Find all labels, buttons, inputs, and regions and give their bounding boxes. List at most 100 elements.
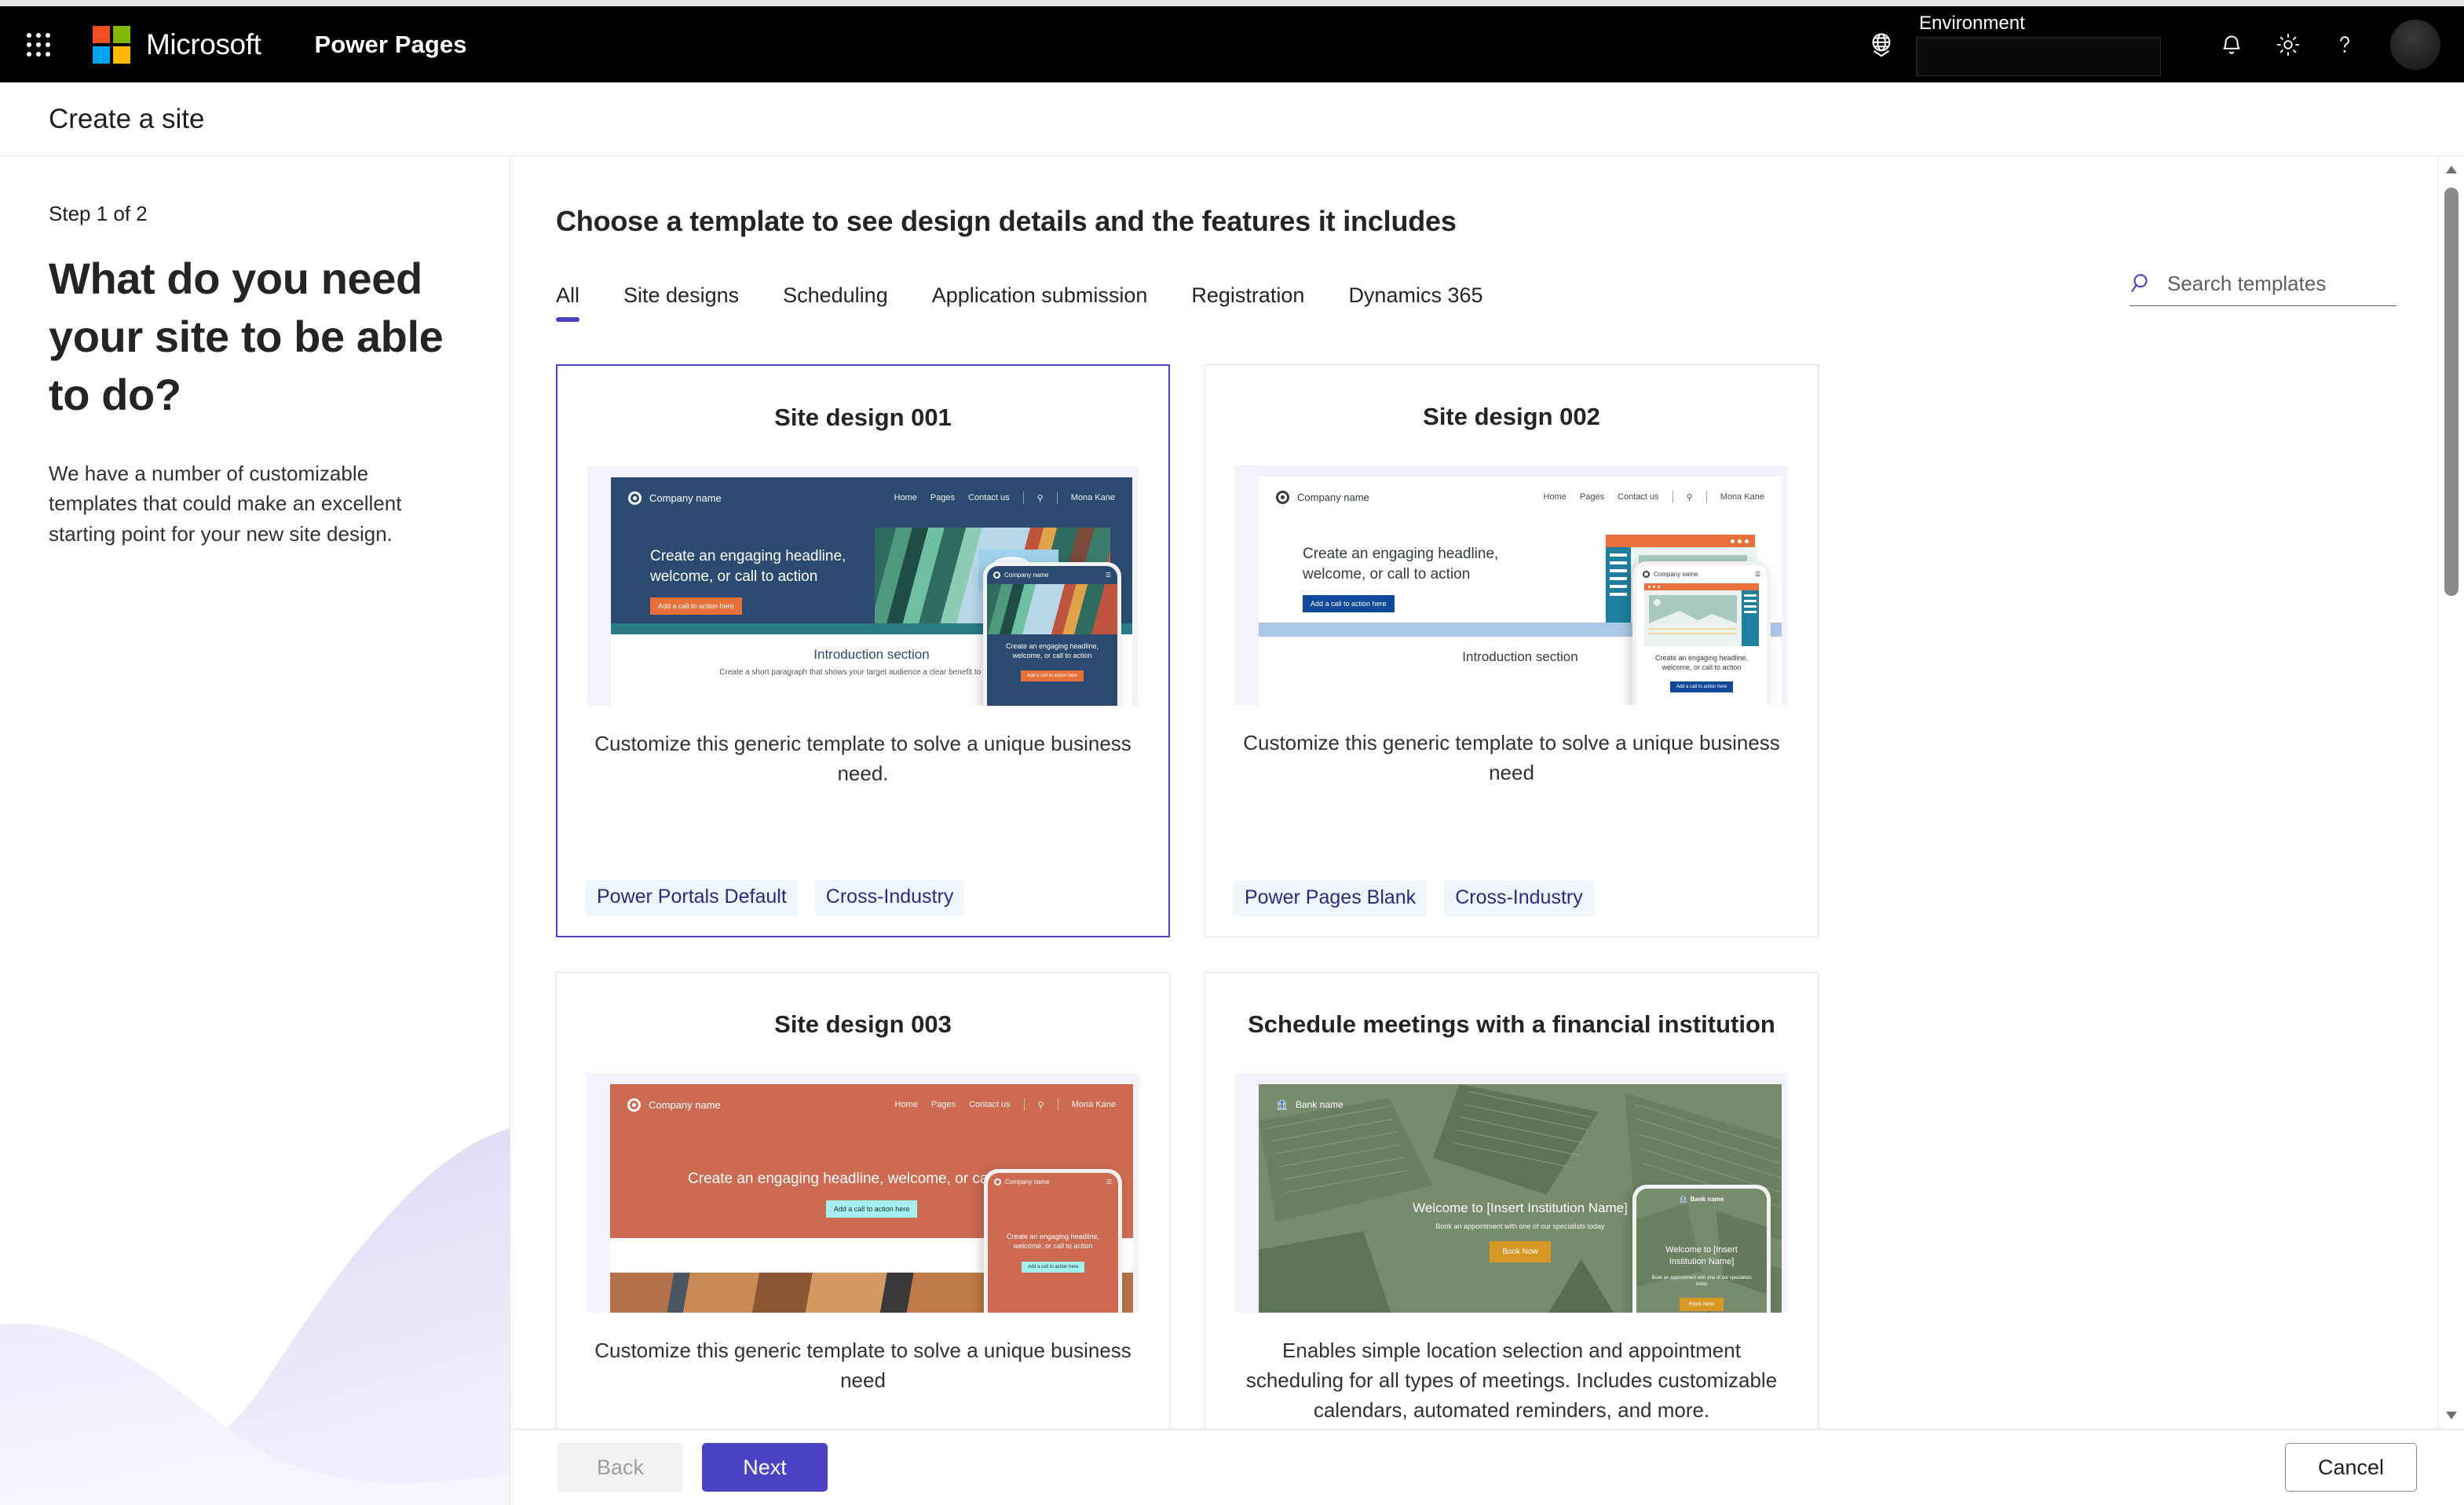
scrollbar-thumb[interactable] <box>2444 188 2459 596</box>
microsoft-wordmark: Microsoft <box>146 27 261 60</box>
tab-application-submission[interactable]: Application submission <box>910 283 1170 322</box>
card-tag[interactable]: Cross-Industry <box>1444 881 1594 916</box>
template-card-grid: Site design 001 Company name Home Pages … <box>556 364 2464 1429</box>
bank-icon: 🏦 <box>1276 1099 1288 1110</box>
page-title: Create a site <box>49 103 205 134</box>
thumb-phone-mockup: 🏦 Bank name Welcome to [Insert Institutio… <box>1632 1185 1771 1313</box>
thumb-cta-button: Add a call to action here <box>650 597 742 616</box>
thumb-brand: Company name <box>627 1098 721 1112</box>
card-tags: Power Pages Blank Cross-Industry <box>1234 881 1594 916</box>
thumb-search-icon: ⚲ <box>1036 493 1044 503</box>
card-thumbnail: Company name Home Pages Contact us ⚲ Mon… <box>587 1073 1139 1313</box>
decorative-wave-graphic <box>0 1128 510 1505</box>
template-card-site-design-001[interactable]: Site design 001 Company name Home Pages … <box>556 364 1170 937</box>
card-description: Customize this generic template to solve… <box>1243 731 1780 784</box>
scroll-up-arrow-icon[interactable] <box>2438 156 2464 183</box>
microsoft-logo[interactable]: Microsoft <box>93 25 261 64</box>
thumb-brand: Company name <box>628 491 722 505</box>
environment-label: Environment <box>1919 13 2025 34</box>
tab-scheduling[interactable]: Scheduling <box>761 283 910 322</box>
thumb-cta-button: Add a call to action here <box>1303 595 1395 613</box>
template-card-site-design-003[interactable]: Site design 003 Company name Home Pages … <box>556 972 1170 1429</box>
page-body: Step 1 of 2 What do you need your site t… <box>0 156 2464 1505</box>
back-button[interactable]: Back <box>558 1443 683 1492</box>
template-chooser-pane: Choose a template to see design details … <box>510 156 2464 1505</box>
tab-registration[interactable]: Registration <box>1169 283 1326 322</box>
page-title-bar: Create a site <box>0 82 2464 156</box>
search-input[interactable]: Search templates <box>2167 272 2326 296</box>
suite-header: Microsoft Power Pages Environment <box>0 6 2464 82</box>
thumb-nav-user: Mona Kane <box>1070 493 1115 502</box>
thumb-cta-button: Book Now <box>1490 1241 1551 1262</box>
thumb-nav-home: Home <box>894 1100 918 1109</box>
thumb-search-icon: ⚲ <box>1037 1100 1044 1110</box>
thumb-nav-contact: Contact us <box>968 493 1010 502</box>
thumb-phone-mockup: Company name ☰ Create an engaging headli… <box>983 562 1121 706</box>
card-thumbnail: Company name Home Pages Contact us ⚲ Mon… <box>587 466 1139 706</box>
thumb-nav-pages: Pages <box>930 1100 956 1109</box>
template-filter-tabs: All Site designs Scheduling Application … <box>556 272 2464 322</box>
thumb-nav-pages: Pages <box>930 493 956 502</box>
microsoft-squares-icon <box>93 25 130 64</box>
wizard-footer: Back Next Cancel <box>510 1429 2464 1505</box>
company-logo-icon <box>1276 490 1289 504</box>
gear-icon[interactable] <box>2260 16 2316 73</box>
thumb-nav-user: Mona Kane <box>1071 1100 1116 1109</box>
card-title: Schedule meetings with a financial insti… <box>1248 1010 1775 1038</box>
avatar[interactable] <box>2390 19 2440 70</box>
thumb-brand: 🏦 Bank name <box>1276 1099 1344 1110</box>
search-templates-box[interactable]: Search templates <box>2129 271 2396 306</box>
globe-icon[interactable] <box>1858 21 1905 68</box>
tab-dynamics-365[interactable]: Dynamics 365 <box>1326 283 1504 322</box>
card-tag[interactable]: Cross-Industry <box>814 880 965 915</box>
help-question-icon[interactable] <box>2316 16 2373 73</box>
app-launcher-waffle-icon[interactable] <box>17 24 60 66</box>
thumb-nav-home: Home <box>894 493 917 502</box>
bell-icon[interactable] <box>2203 16 2260 73</box>
card-tags: Power Portals Default Cross-Industry <box>586 880 965 915</box>
thumb-nav-home: Home <box>1543 492 1567 502</box>
next-button[interactable]: Next <box>702 1443 828 1492</box>
card-thumbnail: Company name Home Pages Contact us ⚲ Mon… <box>1235 466 1788 705</box>
thumb-nav-contact: Contact us <box>969 1100 1011 1109</box>
card-title: Site design 001 <box>774 404 952 431</box>
thumb-nav-user: Mona Kane <box>1720 492 1764 502</box>
vertical-scrollbar[interactable] <box>2437 156 2464 1429</box>
wizard-left-pane: Step 1 of 2 What do you need your site t… <box>0 156 510 1505</box>
scroll-down-arrow-icon[interactable] <box>2438 1402 2464 1429</box>
card-title: Site design 002 <box>1423 403 1600 430</box>
thumb-nav-contact: Contact us <box>1618 492 1659 502</box>
template-card-schedule-meetings[interactable]: Schedule meetings with a financial insti… <box>1205 972 1819 1429</box>
card-tag[interactable]: Power Portals Default <box>586 880 798 915</box>
browser-chrome-strip <box>0 0 2464 6</box>
thumb-nav-pages: Pages <box>1579 492 1605 502</box>
wizard-intro: Step 1 of 2 What do you need your site t… <box>0 156 510 549</box>
header-actions: Environment <box>1858 6 2444 82</box>
company-logo-icon <box>627 1098 641 1112</box>
thumb-phone-mockup: Company name ☰ Create an engaging headli… <box>1632 561 1771 705</box>
cancel-button[interactable]: Cancel <box>2285 1443 2417 1492</box>
thumb-cta-button: Add a call to action here <box>825 1200 918 1218</box>
thumb-headline: Create an engaging headline, welcome, or… <box>1303 546 1499 583</box>
template-scroll-region[interactable]: Choose a template to see design details … <box>510 156 2464 1429</box>
card-title: Site design 003 <box>774 1010 952 1038</box>
thumb-search-icon: ⚲ <box>1686 492 1693 502</box>
thumb-headline: Create an engaging headline, welcome, or… <box>650 548 846 585</box>
section-title: Choose a template to see design details … <box>556 205 1457 237</box>
card-thumbnail: 🏦 Bank name Welcome to [Insert Instituti… <box>1235 1073 1788 1313</box>
card-description: Customize this generic template to solve… <box>594 732 1131 785</box>
card-description: Customize this generic template to solve… <box>594 1339 1131 1392</box>
tab-site-designs[interactable]: Site designs <box>601 283 761 322</box>
thumb-brand: Company name <box>1276 490 1369 504</box>
environment-selector[interactable]: Environment <box>1916 13 2161 76</box>
app-name-label[interactable]: Power Pages <box>314 31 466 59</box>
scrollbar-track[interactable] <box>2438 183 2464 1402</box>
template-card-site-design-002[interactable]: Site design 002 Company name Home Pages … <box>1205 364 1819 937</box>
wizard-description: We have a number of customizable templat… <box>49 461 402 546</box>
environment-field[interactable] <box>1916 37 2161 76</box>
tab-all[interactable]: All <box>556 283 601 322</box>
thumb-phone-mockup: Company name ☰ Create an engaging headli… <box>984 1169 1122 1313</box>
wizard-question: What do you need your site to be able to… <box>49 254 444 419</box>
card-description: Enables simple location selection and ap… <box>1245 1339 1778 1422</box>
card-tag[interactable]: Power Pages Blank <box>1234 881 1428 916</box>
